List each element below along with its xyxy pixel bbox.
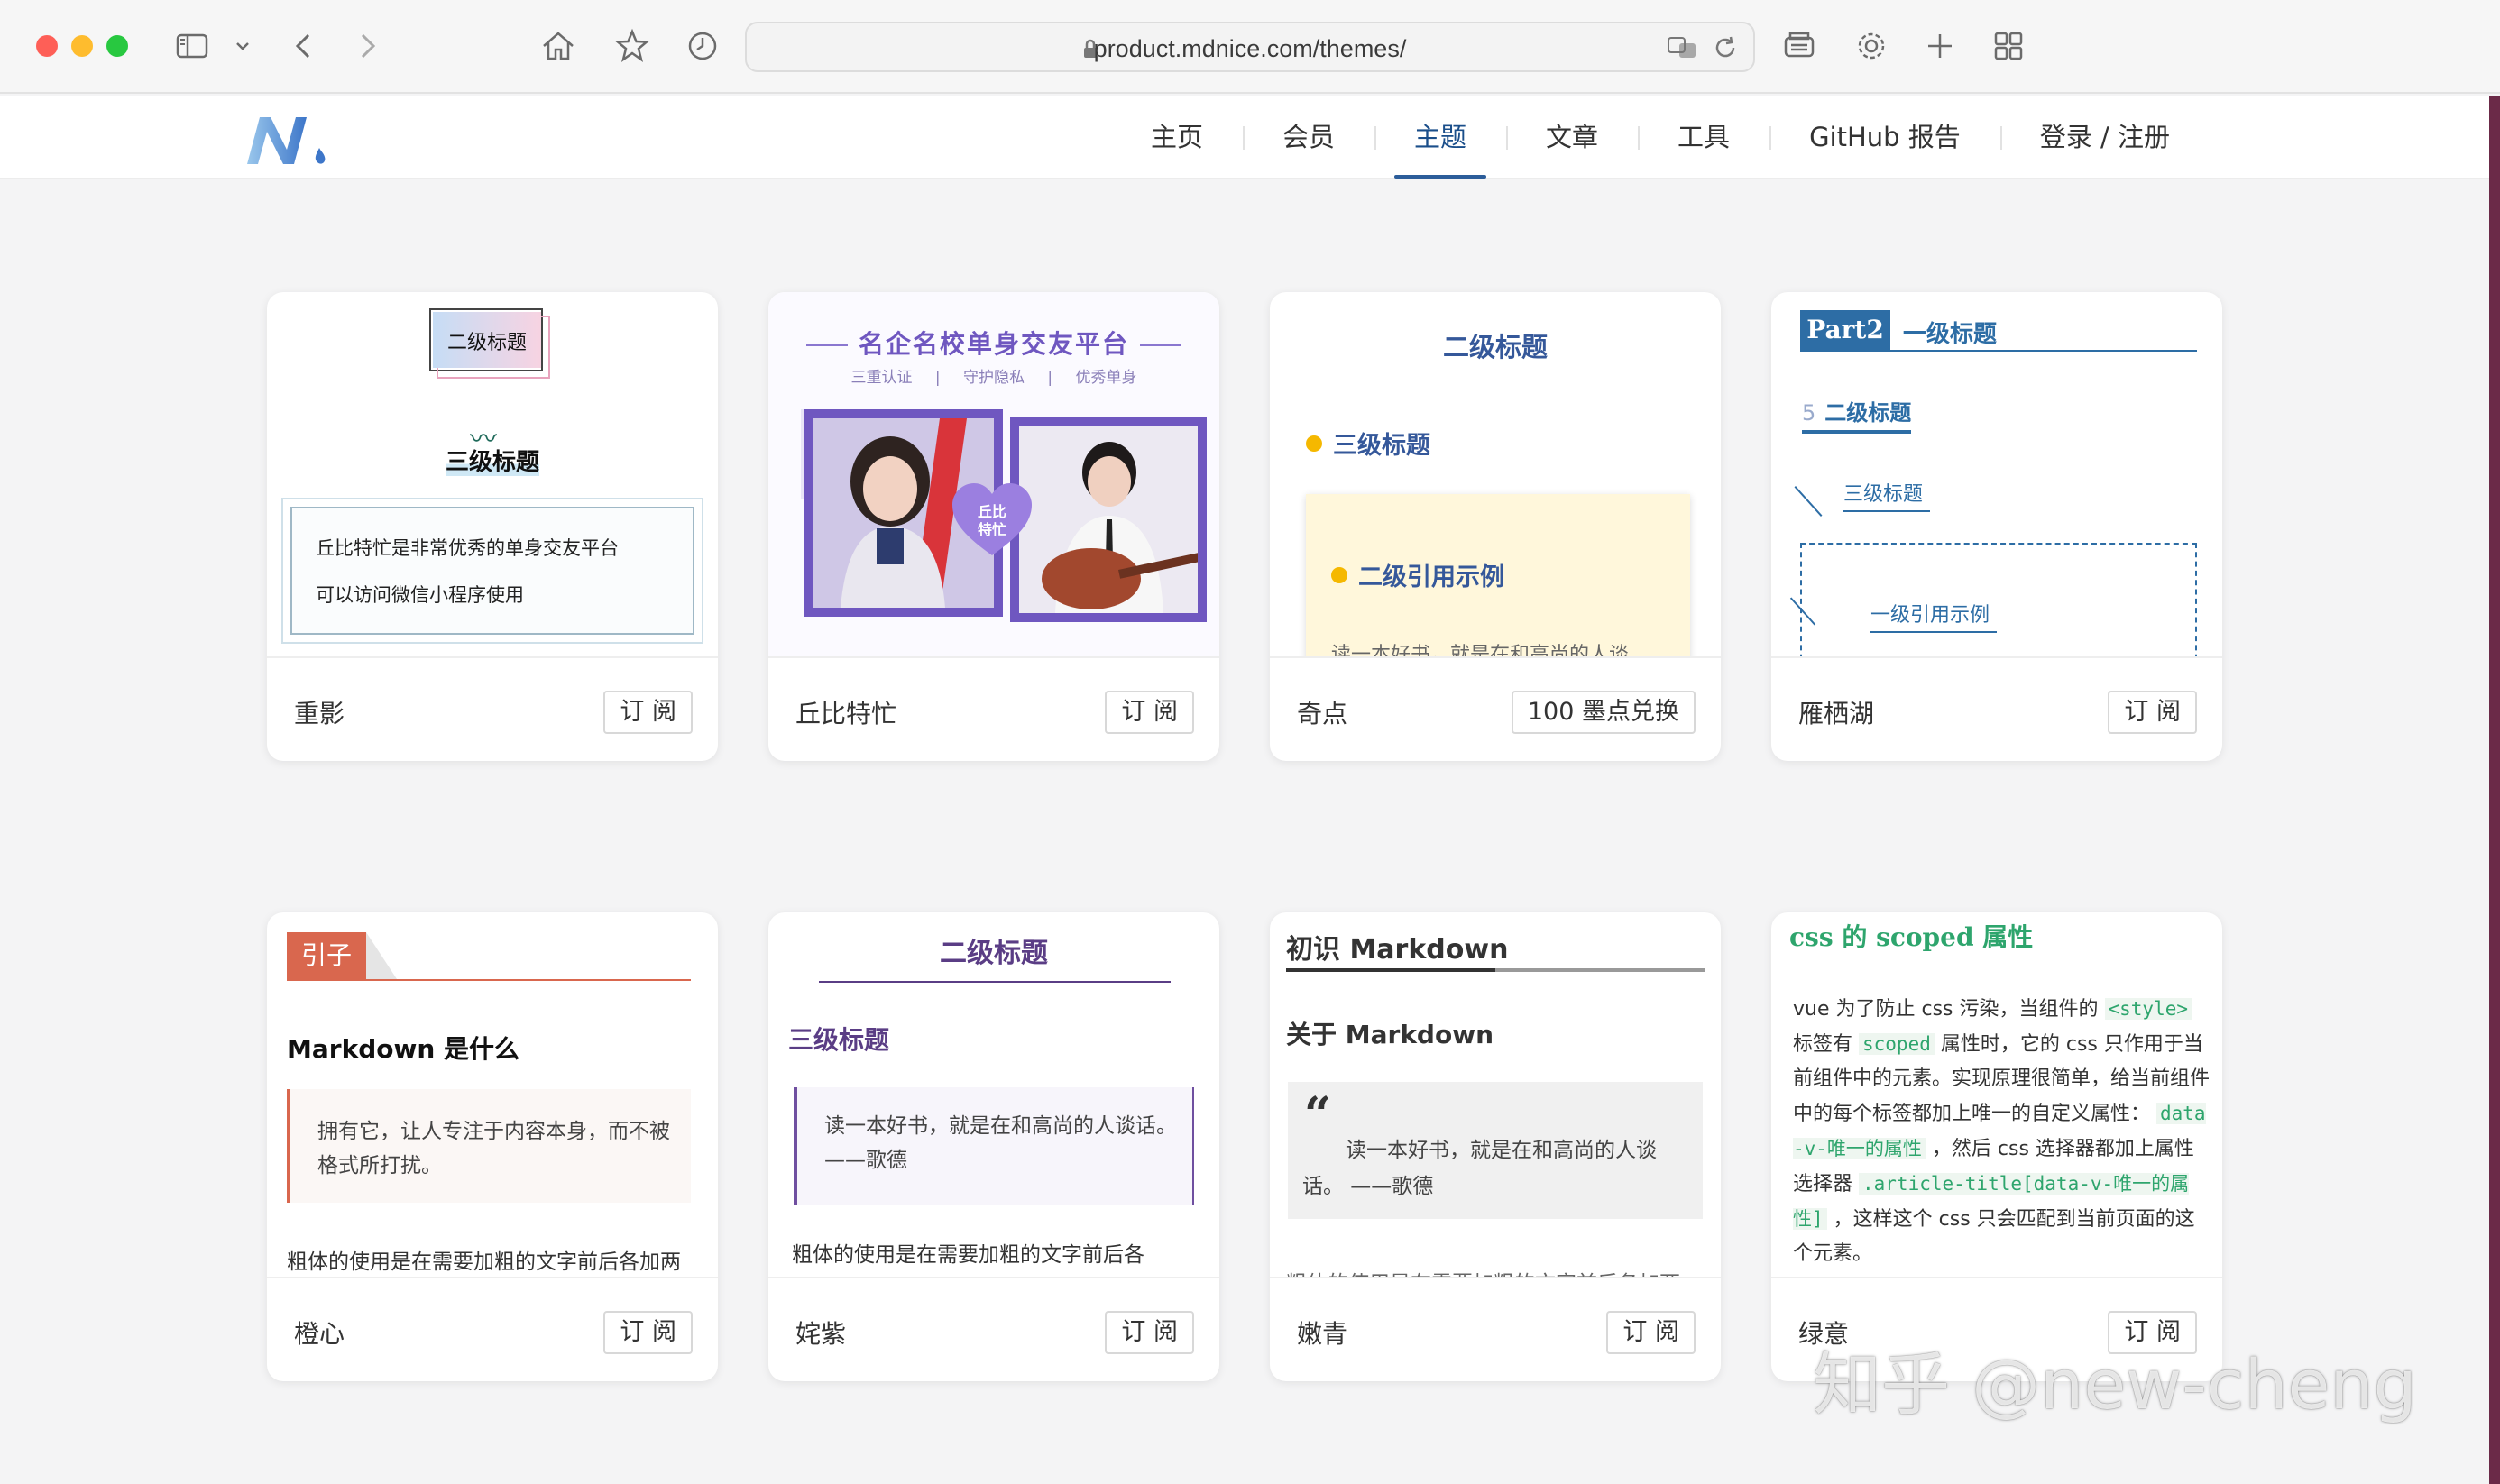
theme-card-footer: 橙心 订 阅 [267, 1277, 718, 1381]
theme-name: 重影 [294, 699, 345, 728]
theme-card[interactable]: 初识 Markdown 关于 Markdown “ 读一本好书，就是在和高尚的人… [1270, 912, 1721, 1381]
theme-card[interactable]: Part2 一级标题 5 二级标题 三级标题 一级引用示例 雁栖湖 订 阅 [1771, 292, 2222, 761]
preview-quote: 拥有它，让人专注于内容本身，而不被格式所打扰。 [287, 1089, 691, 1203]
preview-h3: 关于 Markdown [1286, 1020, 1494, 1049]
nav-tools[interactable]: 工具 [1638, 96, 1769, 179]
reload-icon[interactable] [1712, 34, 1739, 61]
preview-title: 名企名校单身交友平台 [768, 325, 1219, 361]
preview-quote: 二级引用示例 读一本好书，就是在和高尚的人谈 [1306, 494, 1690, 656]
forward-icon[interactable] [348, 27, 386, 65]
nav-membership[interactable]: 会员 [1243, 96, 1374, 179]
theme-preview: Part2 一级标题 5 二级标题 三级标题 一级引用示例 [1771, 292, 2222, 656]
preview-paragraph: vue 为了防止 css 污染，当组件的 <style> 标签有 scoped … [1793, 998, 2210, 1265]
new-tab-plus-icon[interactable] [1921, 27, 1959, 65]
nav-github-report[interactable]: GitHub 报告 [1769, 96, 2000, 179]
zoom-window-button[interactable] [106, 35, 128, 57]
theme-card-footer: 重影 订 阅 [267, 656, 718, 761]
preview-paragraph: 粗体的使用是在需要加粗的文字前后各加两 [287, 1250, 681, 1274]
theme-card[interactable]: 二级标题 三级标题 二级引用示例 读一本好书，就是在和高尚的人谈 奇点 100 … [1270, 292, 1721, 761]
theme-name: 橙心 [294, 1319, 345, 1349]
bookmark-star-icon[interactable] [613, 27, 651, 65]
theme-preview: 二级标题 三级标题 读一本好书，就是在和高尚的人谈话。 ——歌德 粗体的使用是在… [768, 912, 1219, 1277]
nav-articles[interactable]: 文章 [1506, 96, 1638, 179]
theme-preview: 名企名校单身交友平台 三重认证 | 守护隐私 | 优秀单身 丘比 特忙 [768, 292, 1219, 656]
sidebar-toggle-icon[interactable] [173, 27, 211, 65]
nav-themes[interactable]: 主题 [1374, 96, 1506, 179]
preview-h2: 初识 Markdown [1286, 934, 1509, 966]
subscribe-button[interactable]: 订 阅 [1105, 691, 1194, 734]
preview-subtitle: 三重认证 | 守护隐私 | 优秀单身 [850, 369, 1137, 387]
theme-preview: 引子 Markdown 是什么 拥有它，让人专注于内容本身，而不被格式所打扰。 … [267, 912, 718, 1277]
theme-card-footer: 姹紫 订 阅 [768, 1277, 1219, 1381]
theme-preview: css 的 scoped 属性 vue 为了防止 css 污染，当组件的 <st… [1771, 912, 2222, 1277]
browser-toolbar: product.mdnice.com/themes/ [0, 0, 2500, 94]
preview-paragraph: 粗体的使用是在需要加粗的文字前后各加两 [1286, 1266, 1680, 1277]
redeem-button[interactable]: 100 墨点兑换 [1511, 691, 1696, 734]
theme-preview: 二级标题 三级标题 二级引用示例 读一本好书，就是在和高尚的人谈 [1270, 292, 1721, 656]
theme-name: 姹紫 [795, 1319, 847, 1349]
preview-h3: 三级标题 [1306, 426, 1430, 461]
preview-quote: 一级引用示例 [1800, 543, 2197, 656]
chevron-down-icon[interactable] [224, 27, 251, 65]
preview-h2: 二级标题 [429, 308, 550, 379]
preview-h2: 二级标题 [940, 938, 1048, 969]
theme-name: 奇点 [1297, 699, 1348, 728]
subscribe-button[interactable]: 订 阅 [603, 691, 693, 734]
main-nav: 主页 会员 主题 文章 工具 GitHub 报告 登录 / 注册 [1111, 96, 2210, 179]
address-bar[interactable]: product.mdnice.com/themes/ [745, 22, 1755, 72]
preview-h3: 三级标题 [445, 449, 539, 476]
preview-h2: 5 二级标题 [1802, 395, 1912, 434]
preview-h3: 三级标题 [1843, 478, 1931, 512]
gear-icon[interactable] [1852, 27, 1890, 65]
heart-badge: 丘比 特忙 [949, 481, 1035, 559]
preview-paragraph: 粗体的使用是在需要加粗的文字前后各 [792, 1243, 1144, 1267]
minimize-window-button[interactable] [71, 35, 93, 57]
preview-heading: css 的 scoped 属性 [1789, 922, 2034, 952]
translate-icon[interactable] [1667, 34, 1699, 61]
preview-quote: 丘比特忙是非常优秀的单身交友平台 可以访问微信小程序使用 [281, 498, 703, 644]
theme-card-footer: 丘比特忙 订 阅 [768, 656, 1219, 761]
preview-quote: “ 读一本好书，就是在和高尚的人谈话。 ——歌德 [1288, 1082, 1703, 1219]
theme-card[interactable]: css 的 scoped 属性 vue 为了防止 css 污染，当组件的 <st… [1771, 912, 2222, 1381]
page-scrollbar[interactable] [2489, 96, 2500, 1484]
nav-home[interactable]: 主页 [1111, 96, 1243, 179]
theme-card[interactable]: 二级标题 〰 三级标题 丘比特忙是非常优秀的单身交友平台 可以访问微信小程序使用… [267, 292, 718, 761]
watermark: 知乎 @new-cheng [1813, 1344, 2417, 1424]
theme-card[interactable]: 二级标题 三级标题 读一本好书，就是在和高尚的人谈话。 ——歌德 粗体的使用是在… [768, 912, 1219, 1381]
preview-tag: 引子 [287, 932, 366, 979]
subscribe-button[interactable]: 订 阅 [2108, 691, 2197, 734]
history-icon[interactable] [684, 27, 722, 65]
theme-name: 丘比特忙 [795, 699, 897, 728]
theme-card-footer: 嫩青 订 阅 [1270, 1277, 1721, 1381]
nav-login-register[interactable]: 登录 / 注册 [1999, 96, 2210, 179]
theme-preview: 二级标题 〰 三级标题 丘比特忙是非常优秀的单身交友平台 可以访问微信小程序使用 [267, 292, 718, 656]
tab-overview-icon[interactable] [1990, 27, 2027, 65]
home-icon[interactable] [539, 27, 577, 65]
theme-name: 雁栖湖 [1798, 699, 1875, 728]
preview-h3: 三级标题 [788, 1025, 890, 1055]
part-badge: Part2 [1800, 310, 1890, 350]
theme-card-footer: 奇点 100 墨点兑换 [1270, 656, 1721, 761]
subscribe-button[interactable]: 订 阅 [1105, 1311, 1194, 1354]
address-url: product.mdnice.com/themes/ [1093, 35, 1407, 62]
site-header: 主页 会员 主题 文章 工具 GitHub 报告 登录 / 注册 [0, 96, 2489, 179]
theme-card[interactable]: 名企名校单身交友平台 三重认证 | 守护隐私 | 优秀单身 丘比 特忙 丘比特忙… [768, 292, 1219, 761]
theme-preview: 初识 Markdown 关于 Markdown “ 读一本好书，就是在和高尚的人… [1270, 912, 1721, 1277]
preview-quote: 读一本好书，就是在和高尚的人谈话。 ——歌德 [794, 1087, 1194, 1205]
preview-h2: 二级标题 [1442, 332, 1548, 362]
photo-man [1010, 417, 1207, 622]
subscribe-button[interactable]: 订 阅 [1606, 1311, 1696, 1354]
reader-icon[interactable] [1780, 27, 1818, 65]
close-window-button[interactable] [36, 35, 58, 57]
preview-heading: Markdown 是什么 [287, 1034, 520, 1064]
theme-name: 嫩青 [1297, 1319, 1348, 1349]
theme-card-footer: 雁栖湖 订 阅 [1771, 656, 2222, 761]
theme-card[interactable]: 引子 Markdown 是什么 拥有它，让人专注于内容本身，而不被格式所打扰。 … [267, 912, 718, 1381]
mdnice-logo[interactable] [244, 108, 334, 169]
subscribe-button[interactable]: 订 阅 [603, 1311, 693, 1354]
preview-h1: 一级标题 [1903, 321, 1998, 348]
back-icon[interactable] [285, 27, 323, 65]
